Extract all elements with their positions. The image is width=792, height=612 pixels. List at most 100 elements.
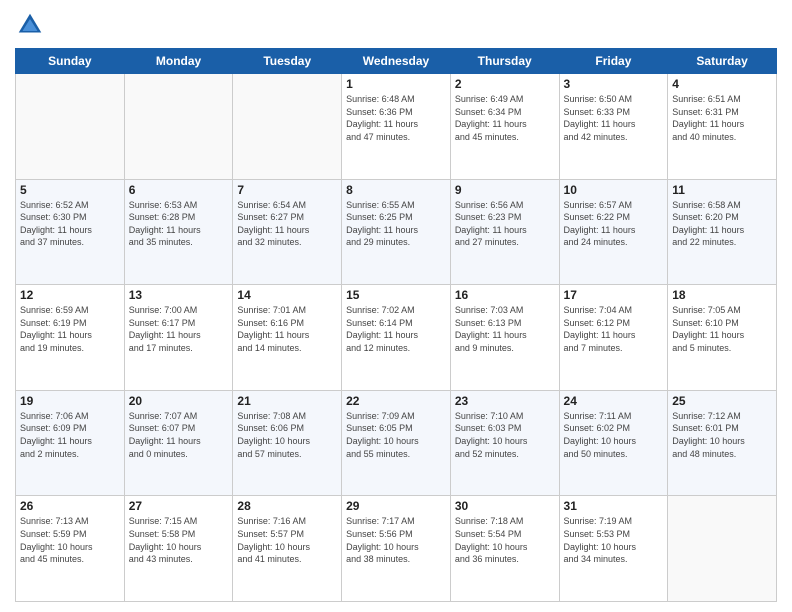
day-number: 4 (672, 77, 772, 91)
day-info: Sunrise: 7:19 AM Sunset: 5:53 PM Dayligh… (564, 515, 664, 565)
calendar-cell: 29Sunrise: 7:17 AM Sunset: 5:56 PM Dayli… (342, 496, 451, 602)
day-info: Sunrise: 7:08 AM Sunset: 6:06 PM Dayligh… (237, 410, 337, 460)
weekday-header: Sunday (16, 49, 125, 74)
day-number: 20 (129, 394, 229, 408)
day-info: Sunrise: 7:10 AM Sunset: 6:03 PM Dayligh… (455, 410, 555, 460)
logo-icon (15, 10, 45, 40)
day-info: Sunrise: 6:52 AM Sunset: 6:30 PM Dayligh… (20, 199, 120, 249)
day-info: Sunrise: 7:07 AM Sunset: 6:07 PM Dayligh… (129, 410, 229, 460)
calendar-cell: 9 Sunrise: 6:56 AM Sunset: 6:23 PM Daylig… (450, 179, 559, 285)
day-info: Sunrise: 7:01 AM Sunset: 6:16 PM Dayligh… (237, 304, 337, 354)
weekday-header: Friday (559, 49, 668, 74)
day-info: Sunrise: 6:49 AM Sunset: 6:34 PM Dayligh… (455, 93, 555, 143)
day-number: 23 (455, 394, 555, 408)
calendar-week-row: 26 Sunrise: 7:13 AM Sunset: 5:59 PM Dayli… (16, 496, 777, 602)
day-info: Sunrise: 7:12 AM Sunset: 6:01 PM Dayligh… (672, 410, 772, 460)
calendar-cell (668, 496, 777, 602)
calendar-cell: 16Sunrise: 7:03 AM Sunset: 6:13 PM Dayli… (450, 285, 559, 391)
day-number: 2 (455, 77, 555, 91)
day-number: 22 (346, 394, 446, 408)
calendar-cell: 27 Sunrise: 7:15 AM Sunset: 5:58 PM Dayli… (124, 496, 233, 602)
day-info: Sunrise: 7:04 AM Sunset: 6:12 PM Dayligh… (564, 304, 664, 354)
calendar-week-row: 5 Sunrise: 6:52 AM Sunset: 6:30 PM Daylig… (16, 179, 777, 285)
calendar-cell: 2 Sunrise: 6:49 AM Sunset: 6:34 PM Daylig… (450, 74, 559, 180)
day-number: 30 (455, 499, 555, 513)
day-info: Sunrise: 7:06 AM Sunset: 6:09 PM Dayligh… (20, 410, 120, 460)
calendar-cell: 28 Sunrise: 7:16 AM Sunset: 5:57 PM Dayli… (233, 496, 342, 602)
calendar-cell: 24Sunrise: 7:11 AM Sunset: 6:02 PM Dayli… (559, 390, 668, 496)
day-number: 14 (237, 288, 337, 302)
page: SundayMondayTuesdayWednesdayThursdayFrid… (0, 0, 792, 612)
day-number: 12 (20, 288, 120, 302)
calendar-cell: 12 Sunrise: 6:59 AM Sunset: 6:19 PM Dayli… (16, 285, 125, 391)
calendar-header-row: SundayMondayTuesdayWednesdayThursdayFrid… (16, 49, 777, 74)
logo (15, 10, 49, 40)
weekday-header: Thursday (450, 49, 559, 74)
calendar-table: SundayMondayTuesdayWednesdayThursdayFrid… (15, 48, 777, 602)
calendar-cell (16, 74, 125, 180)
calendar-cell: 4 Sunrise: 6:51 AM Sunset: 6:31 PM Daylig… (668, 74, 777, 180)
day-number: 27 (129, 499, 229, 513)
day-info: Sunrise: 7:15 AM Sunset: 5:58 PM Dayligh… (129, 515, 229, 565)
day-number: 16 (455, 288, 555, 302)
day-number: 5 (20, 183, 120, 197)
calendar-cell: 7 Sunrise: 6:54 AM Sunset: 6:27 PM Daylig… (233, 179, 342, 285)
calendar-cell: 23 Sunrise: 7:10 AM Sunset: 6:03 PM Dayli… (450, 390, 559, 496)
day-info: Sunrise: 7:17 AM Sunset: 5:56 PM Dayligh… (346, 515, 446, 565)
day-number: 13 (129, 288, 229, 302)
calendar-cell: 21 Sunrise: 7:08 AM Sunset: 6:06 PM Dayli… (233, 390, 342, 496)
calendar-cell: 26 Sunrise: 7:13 AM Sunset: 5:59 PM Dayli… (16, 496, 125, 602)
day-number: 21 (237, 394, 337, 408)
calendar-cell (233, 74, 342, 180)
day-number: 3 (564, 77, 664, 91)
day-info: Sunrise: 6:50 AM Sunset: 6:33 PM Dayligh… (564, 93, 664, 143)
day-number: 25 (672, 394, 772, 408)
day-number: 19 (20, 394, 120, 408)
calendar-cell: 20 Sunrise: 7:07 AM Sunset: 6:07 PM Dayli… (124, 390, 233, 496)
calendar-cell: 30 Sunrise: 7:18 AM Sunset: 5:54 PM Dayli… (450, 496, 559, 602)
day-number: 26 (20, 499, 120, 513)
day-info: Sunrise: 6:57 AM Sunset: 6:22 PM Dayligh… (564, 199, 664, 249)
calendar-cell: 8Sunrise: 6:55 AM Sunset: 6:25 PM Daylig… (342, 179, 451, 285)
day-number: 1 (346, 77, 446, 91)
day-info: Sunrise: 6:48 AM Sunset: 6:36 PM Dayligh… (346, 93, 446, 143)
calendar-cell: 11 Sunrise: 6:58 AM Sunset: 6:20 PM Dayli… (668, 179, 777, 285)
calendar-week-row: 12 Sunrise: 6:59 AM Sunset: 6:19 PM Dayli… (16, 285, 777, 391)
day-number: 17 (564, 288, 664, 302)
day-number: 7 (237, 183, 337, 197)
day-info: Sunrise: 6:55 AM Sunset: 6:25 PM Dayligh… (346, 199, 446, 249)
weekday-header: Wednesday (342, 49, 451, 74)
day-info: Sunrise: 7:13 AM Sunset: 5:59 PM Dayligh… (20, 515, 120, 565)
day-number: 31 (564, 499, 664, 513)
day-info: Sunrise: 6:51 AM Sunset: 6:31 PM Dayligh… (672, 93, 772, 143)
calendar-cell: 31 Sunrise: 7:19 AM Sunset: 5:53 PM Dayli… (559, 496, 668, 602)
weekday-header: Tuesday (233, 49, 342, 74)
day-info: Sunrise: 6:59 AM Sunset: 6:19 PM Dayligh… (20, 304, 120, 354)
day-number: 18 (672, 288, 772, 302)
day-number: 10 (564, 183, 664, 197)
calendar-week-row: 1 Sunrise: 6:48 AM Sunset: 6:36 PM Daylig… (16, 74, 777, 180)
day-number: 6 (129, 183, 229, 197)
day-info: Sunrise: 7:11 AM Sunset: 6:02 PM Dayligh… (564, 410, 664, 460)
header (15, 10, 777, 40)
day-number: 9 (455, 183, 555, 197)
day-info: Sunrise: 7:05 AM Sunset: 6:10 PM Dayligh… (672, 304, 772, 354)
day-info: Sunrise: 6:53 AM Sunset: 6:28 PM Dayligh… (129, 199, 229, 249)
calendar-cell: 6 Sunrise: 6:53 AM Sunset: 6:28 PM Daylig… (124, 179, 233, 285)
calendar-cell (124, 74, 233, 180)
calendar-cell: 22Sunrise: 7:09 AM Sunset: 6:05 PM Dayli… (342, 390, 451, 496)
calendar-cell: 15Sunrise: 7:02 AM Sunset: 6:14 PM Dayli… (342, 285, 451, 391)
day-info: Sunrise: 7:16 AM Sunset: 5:57 PM Dayligh… (237, 515, 337, 565)
day-info: Sunrise: 6:58 AM Sunset: 6:20 PM Dayligh… (672, 199, 772, 249)
calendar-week-row: 19 Sunrise: 7:06 AM Sunset: 6:09 PM Dayli… (16, 390, 777, 496)
day-number: 11 (672, 183, 772, 197)
calendar-cell: 17 Sunrise: 7:04 AM Sunset: 6:12 PM Dayli… (559, 285, 668, 391)
day-info: Sunrise: 6:54 AM Sunset: 6:27 PM Dayligh… (237, 199, 337, 249)
day-info: Sunrise: 6:56 AM Sunset: 6:23 PM Dayligh… (455, 199, 555, 249)
calendar-cell: 3 Sunrise: 6:50 AM Sunset: 6:33 PM Daylig… (559, 74, 668, 180)
calendar-cell: 14 Sunrise: 7:01 AM Sunset: 6:16 PM Dayli… (233, 285, 342, 391)
weekday-header: Monday (124, 49, 233, 74)
day-number: 28 (237, 499, 337, 513)
calendar-cell: 10 Sunrise: 6:57 AM Sunset: 6:22 PM Dayli… (559, 179, 668, 285)
day-info: Sunrise: 7:18 AM Sunset: 5:54 PM Dayligh… (455, 515, 555, 565)
